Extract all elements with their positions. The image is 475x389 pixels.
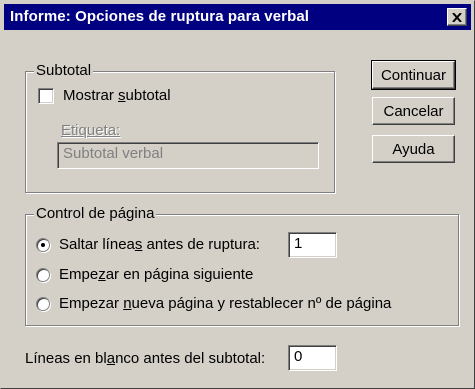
- page-control-group-label: Control de página: [34, 205, 157, 222]
- new-page-reset-label[interactable]: Empezar nueva página y restablecer nº de…: [59, 295, 391, 312]
- next-page-radio[interactable]: [36, 268, 50, 282]
- skip-lines-label[interactable]: Saltar líneas antes de ruptura:: [59, 236, 260, 253]
- close-button[interactable]: [447, 8, 467, 26]
- window-title: Informe: Opciones de ruptura para verbal: [10, 8, 310, 25]
- help-button[interactable]: Ayuda: [372, 135, 455, 163]
- skip-lines-field[interactable]: 1: [288, 232, 337, 258]
- etiqueta-field[interactable]: Subtotal verbal: [57, 142, 319, 169]
- blank-lines-field[interactable]: 0: [288, 345, 337, 371]
- show-subtotal-checkbox[interactable]: [38, 88, 54, 104]
- show-subtotal-label[interactable]: Mostrar subtotal: [63, 87, 171, 104]
- subtotal-group-label: Subtotal: [34, 62, 94, 79]
- title-bar[interactable]: Informe: Opciones de ruptura para verbal: [4, 4, 471, 30]
- skip-lines-radio[interactable]: [36, 238, 50, 252]
- new-page-reset-radio[interactable]: [36, 297, 50, 311]
- cancel-button[interactable]: Cancelar: [372, 97, 455, 125]
- blank-lines-label: Líneas en blanco antes del subtotal:: [25, 350, 266, 367]
- continue-button[interactable]: Continuar: [371, 60, 456, 90]
- next-page-label[interactable]: Empezar en página siguiente: [59, 266, 253, 283]
- dialog-window: Informe: Opciones de ruptura para verbal…: [0, 0, 475, 389]
- close-icon: [452, 12, 462, 22]
- etiqueta-label: Etiqueta:: [61, 122, 121, 139]
